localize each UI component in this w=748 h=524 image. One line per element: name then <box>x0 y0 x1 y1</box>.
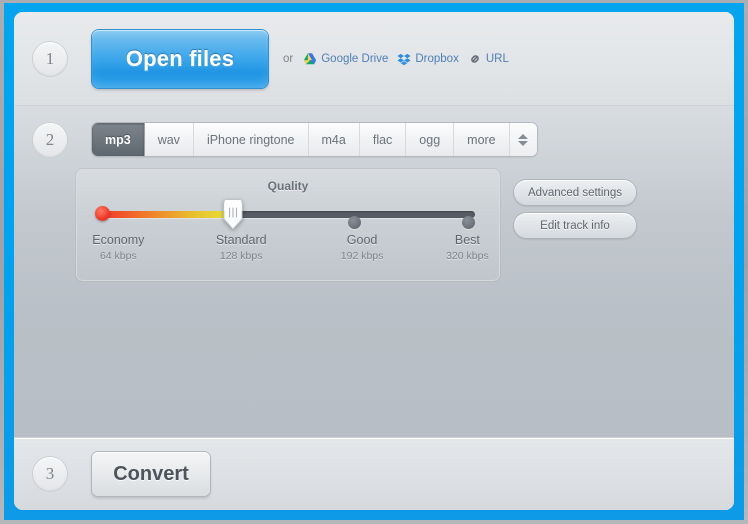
option-buttons: Advanced settings Edit track info <box>514 170 636 238</box>
google-drive-icon <box>303 52 317 66</box>
open-files-button[interactable]: Open files <box>92 29 268 88</box>
quality-labels: Economy 64 kbps Standard 128 kbps Good 1… <box>92 233 488 267</box>
quality-step-bitrate: 192 kbps <box>340 250 384 262</box>
window-inner: 1 Open files or Google Drive Dropbox URL… <box>14 12 734 510</box>
google-drive-link[interactable]: Google Drive <box>303 52 388 66</box>
edit-track-info-button[interactable]: Edit track info <box>514 213 636 238</box>
tab-mp3[interactable]: mp3 <box>92 123 145 156</box>
quality-step-name: Economy <box>92 233 145 247</box>
tab-flac[interactable]: flac <box>359 123 407 156</box>
tab-more[interactable]: more <box>454 123 510 156</box>
url-link[interactable]: URL <box>468 52 509 66</box>
or-label: or <box>283 52 294 65</box>
step-2-section: 2 mp3 wav iPhone ringtone m4a flac ogg m… <box>14 106 734 438</box>
slider-handle[interactable] <box>221 195 245 230</box>
format-selection-row: 2 mp3 wav iPhone ringtone m4a flac ogg m… <box>33 123 734 157</box>
quality-step-name: Standard <box>215 233 267 247</box>
file-source-links: or Google Drive Dropbox URL <box>283 52 509 66</box>
quality-panel: Quality Economy 64 kbps Standard 128 kbp… <box>77 170 499 280</box>
slider-dot-economy[interactable] <box>95 206 110 221</box>
google-drive-label: Google Drive <box>321 52 389 65</box>
format-tab-bar: mp3 wav iPhone ringtone m4a flac ogg mor… <box>92 123 537 156</box>
quality-and-options-row: Quality Economy 64 kbps Standard 128 kbp… <box>77 170 734 280</box>
convert-button[interactable]: Convert <box>92 452 210 496</box>
dropbox-icon <box>397 52 411 66</box>
step-1-section: 1 Open files or Google Drive Dropbox URL <box>14 12 734 106</box>
tab-iphone-ringtone[interactable]: iPhone ringtone <box>193 123 309 156</box>
chevron-up-icon[interactable] <box>518 133 529 139</box>
converter-app: 1 Open files or Google Drive Dropbox URL… <box>14 12 734 510</box>
quality-step-best[interactable]: Best 320 kbps <box>446 233 489 262</box>
slider-dot-best[interactable] <box>461 216 475 229</box>
slider-fill <box>101 211 236 218</box>
format-spinner[interactable] <box>509 123 537 156</box>
quality-step-bitrate: 64 kbps <box>99 250 137 262</box>
quality-step-name: Best <box>454 233 480 247</box>
tab-ogg[interactable]: ogg <box>406 123 455 156</box>
dropbox-label: Dropbox <box>415 52 459 65</box>
slider-track[interactable] <box>101 211 475 229</box>
step-3-section: 3 Convert <box>14 438 734 510</box>
step-2-number: 2 <box>33 123 67 157</box>
step-3-number: 3 <box>33 457 67 491</box>
tab-wav[interactable]: wav <box>144 123 194 156</box>
window-frame: 1 Open files or Google Drive Dropbox URL… <box>0 0 748 524</box>
quality-title: Quality <box>267 179 309 193</box>
advanced-settings-button[interactable]: Advanced settings <box>514 180 636 205</box>
link-icon <box>468 52 482 66</box>
quality-step-economy[interactable]: Economy 64 kbps <box>92 233 144 262</box>
tab-m4a[interactable]: m4a <box>308 123 360 156</box>
step-1-number: 1 <box>33 41 67 76</box>
quality-step-good[interactable]: Good 192 kbps <box>341 233 384 262</box>
quality-step-name: Good <box>346 233 378 247</box>
dropbox-link[interactable]: Dropbox <box>397 52 459 66</box>
quality-step-standard[interactable]: Standard 128 kbps <box>216 233 267 262</box>
window-blue-border: 1 Open files or Google Drive Dropbox URL… <box>4 3 744 520</box>
chevron-down-icon[interactable] <box>518 140 529 146</box>
quality-step-bitrate: 320 kbps <box>446 250 489 262</box>
quality-step-bitrate: 128 kbps <box>219 250 263 262</box>
url-label: URL <box>485 52 509 65</box>
slider-dot-good[interactable] <box>347 216 361 229</box>
quality-slider[interactable] <box>93 195 483 232</box>
